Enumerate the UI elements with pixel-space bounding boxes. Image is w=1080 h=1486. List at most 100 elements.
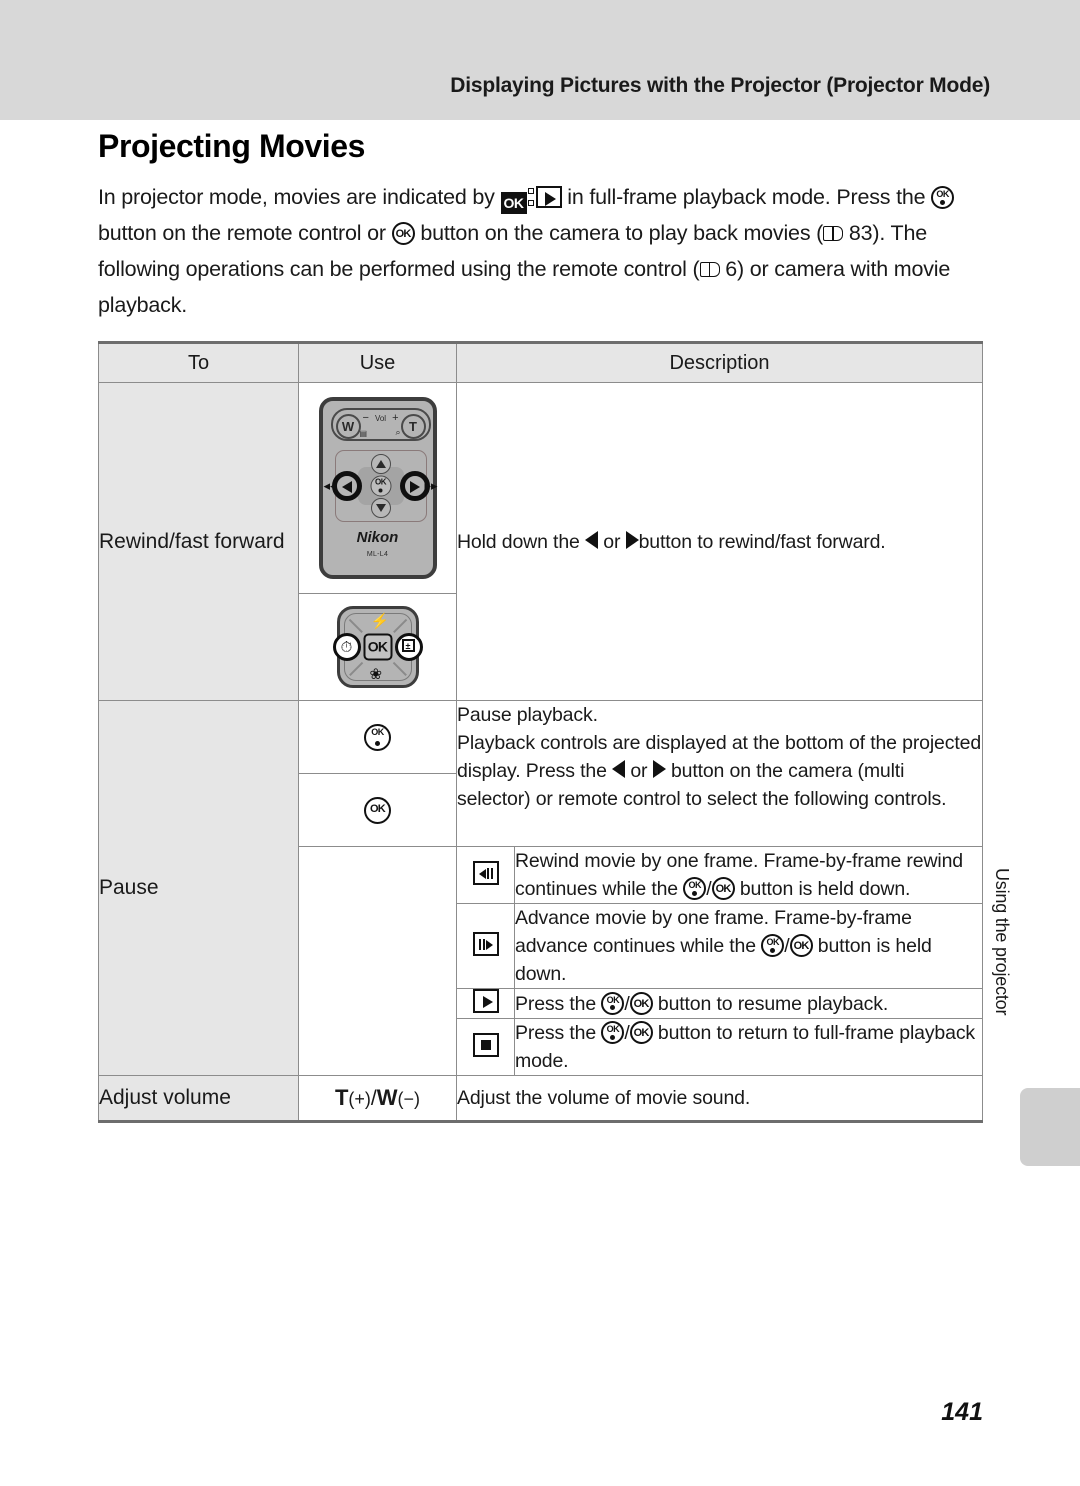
side-tab-label: Using the projector — [992, 868, 1012, 1016]
pause-desc-or: or — [630, 760, 648, 782]
frame-rewind-icon — [472, 860, 499, 885]
pause-desc-line2: Playback controls are displayed at the b… — [457, 729, 982, 813]
intro-line2-a: Press the — [836, 185, 926, 209]
column-header-description: Description — [456, 342, 983, 383]
remote-up-button-icon — [370, 454, 391, 474]
column-header-to: To — [98, 342, 299, 383]
side-tab-block — [1020, 1088, 1080, 1166]
camera-ok-button-icon — [629, 991, 653, 1015]
cell-use-multi-selector: ⚡ ❀ OK ⏱ ± — [298, 593, 457, 701]
rewind-arrow-icon: ◂◂ — [323, 478, 337, 493]
table-row-rewind-fast-forward: Rewind/fast forward W Vol − + ▤ ⌕ T OK ◂… — [98, 382, 983, 701]
movie-play-box-icon — [535, 186, 562, 208]
frame-rewind-slash: / — [706, 878, 712, 900]
running-header-band — [0, 0, 1080, 120]
camera-ok-button-icon — [789, 934, 813, 957]
cell-use-volume: T(+)/W(−) — [298, 1075, 457, 1122]
intro-line1-a: In projector mode, movies are indicated … — [98, 185, 495, 209]
remote-minus-label: − — [362, 412, 369, 424]
frame-advance-slash: / — [784, 935, 790, 957]
volume-t-sign: (+) — [348, 1089, 371, 1109]
resume-desc-a: Press the — [515, 992, 597, 1015]
remote-ok-button-icon — [683, 877, 707, 900]
page-content: Projecting Movies In projector mode, mov… — [98, 128, 983, 1123]
cell-desc-frame-rewind: Rewind movie by one frame. Frame-by-fram… — [514, 846, 983, 904]
remote-control-illustration: W Vol − + ▤ ⌕ T OK ◂◂ ▸▸ Nikon ML-L4 — [318, 397, 438, 579]
exposure-compensation-icon: ± — [394, 633, 423, 661]
page-title: Projecting Movies — [98, 128, 366, 164]
intro-line2-b: button on the remote control or — [98, 221, 386, 245]
remote-ok-button-icon — [601, 1021, 625, 1044]
exposure-glyph: ± — [401, 639, 415, 652]
intro-line3-a: back movies ( — [693, 221, 824, 245]
remote-ok-button-icon — [931, 186, 955, 209]
cell-use-pause-camera-ok — [298, 773, 457, 847]
remote-ok-button-icon — [761, 934, 785, 957]
cell-icon-frame-advance — [456, 903, 515, 989]
self-timer-glyph: ⏱ — [340, 639, 353, 656]
cell-to-rewind: Rewind/fast forward — [98, 382, 299, 701]
pause-desc-line1: Pause playback. — [457, 704, 598, 726]
page-number: 141 — [941, 1398, 983, 1426]
fast-forward-arrow-icon: ▸▸ — [424, 478, 438, 493]
right-triangle-icon — [652, 760, 666, 778]
multi-selector-ok-button: OK — [363, 633, 392, 661]
stop-icon — [472, 1032, 499, 1057]
table-header-row: To Use Description — [98, 342, 983, 383]
volume-t-label: T — [334, 1085, 349, 1110]
table-row-pause-remote: Pause Pause playback. Playback controls … — [98, 700, 983, 1076]
intro-line4-a: remote control ( — [552, 257, 700, 281]
left-triangle-icon — [585, 530, 598, 549]
magnify-icon: ⌕ — [395, 427, 401, 437]
intro-line2-c: button on the camera to play — [420, 221, 688, 245]
cell-desc-volume: Adjust the volume of movie sound. — [456, 1075, 983, 1122]
camera-ok-button-icon — [711, 877, 735, 900]
remote-volume-bar: W Vol − + ▤ ⌕ T — [330, 408, 431, 441]
rewind-desc-or: or — [603, 530, 621, 553]
flash-icon: ⚡ — [370, 613, 390, 630]
intro-line3-ref: 83 — [848, 221, 873, 245]
remote-ok-button-icon — [364, 723, 391, 751]
remote-ok-button-icon — [370, 475, 391, 497]
camera-multi-selector-illustration: ⚡ ❀ OK ⏱ ± — [332, 606, 423, 688]
cell-desc-pause: Pause playback. Playback controls are di… — [456, 700, 983, 847]
thumbnail-icon: ▤ — [359, 429, 368, 438]
left-triangle-icon — [612, 760, 626, 778]
page-reference-book-icon — [823, 225, 844, 242]
remote-model-label: ML-L4 — [366, 551, 389, 558]
cell-desc-resume: Press the / button to resume playback. — [514, 988, 983, 1019]
rewind-desc-b: button to rewind/fast forward. — [638, 530, 886, 553]
remote-down-button-icon — [370, 498, 391, 518]
camera-ok-button-icon — [364, 796, 391, 824]
camera-ok-button-icon — [629, 1021, 653, 1044]
cell-desc-fullframe: Press the / button to return to full-fra… — [514, 1018, 983, 1076]
remote-multi-selector-pad: ◂◂ ▸▸ — [324, 450, 438, 522]
cell-to-volume: Adjust volume — [98, 1075, 299, 1122]
cell-use-pause-remote-ok — [298, 700, 457, 774]
cell-to-pause: Pause — [98, 700, 299, 1076]
cell-desc-rewind: Hold down the or button to rewind/fast f… — [456, 382, 983, 701]
volume-w-label: W — [376, 1085, 398, 1110]
cell-icon-stop — [456, 1018, 515, 1076]
remote-t-button: T — [400, 414, 426, 439]
cell-use-remote-control: W Vol − + ▤ ⌕ T OK ◂◂ ▸▸ Nikon ML-L4 — [298, 382, 457, 594]
table-row-adjust-volume: Adjust volume T(+)/W(−) Adjust the volum… — [98, 1075, 983, 1122]
camera-ok-button-icon — [391, 222, 415, 245]
volume-w-sign: (−) — [397, 1089, 421, 1109]
column-header-use: Use — [298, 342, 457, 383]
frame-advance-icon — [472, 931, 499, 956]
frame-rewind-desc-b: button is held down. — [739, 878, 911, 900]
intro-paragraph: In projector mode, movies are indicated … — [98, 179, 983, 323]
fullframe-slash: / — [624, 1022, 630, 1044]
ok-chip-icon: OK — [500, 192, 527, 214]
intro-line1-b: in full-frame playback mode. — [567, 185, 831, 209]
cell-desc-frame-advance: Advance movie by one frame. Frame-by-fra… — [514, 903, 983, 989]
fullframe-desc-a: Press the — [515, 1022, 597, 1044]
running-header-title: Displaying Pictures with the Projector (… — [450, 74, 990, 97]
right-triangle-icon — [625, 530, 639, 549]
remote-ok-button-icon — [601, 991, 625, 1015]
resume-desc-b: button to resume playback. — [657, 992, 889, 1015]
operations-table: To Use Description Rewind/fast forward W… — [98, 341, 983, 1123]
remote-plus-label: + — [392, 412, 399, 424]
play-icon — [472, 989, 499, 1013]
